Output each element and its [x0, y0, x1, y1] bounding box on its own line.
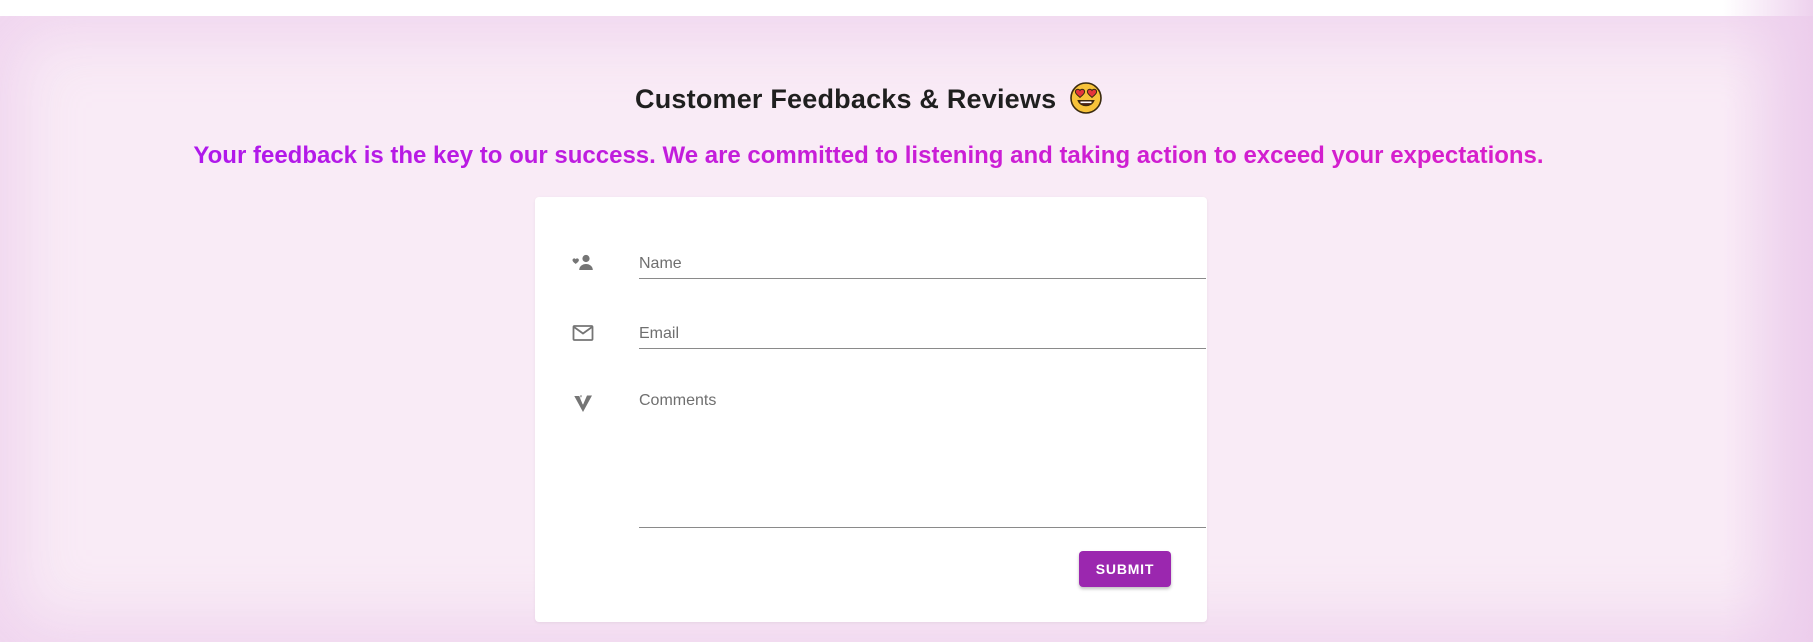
user-heart-icon — [572, 254, 593, 270]
submit-button[interactable]: SUBMIT — [1079, 551, 1171, 587]
section-title-text: Customer Feedbacks & Reviews — [635, 84, 1057, 114]
section-title: Customer Feedbacks & Reviews — [0, 82, 1737, 115]
comments-field — [571, 390, 1206, 530]
feedback-form-card: SUBMIT — [535, 197, 1207, 622]
comments-textarea[interactable] — [639, 392, 1206, 528]
email-field — [571, 320, 1206, 350]
section-tagline: Your feedback is the key to our success.… — [0, 142, 1737, 170]
mail-icon — [572, 325, 594, 341]
heart-eyes-emoji-icon — [1070, 82, 1102, 114]
vuetify-icon — [574, 395, 592, 412]
name-field — [571, 250, 1206, 280]
email-input[interactable] — [639, 320, 1206, 349]
top-strip — [0, 0, 1813, 16]
name-input[interactable] — [639, 250, 1206, 279]
